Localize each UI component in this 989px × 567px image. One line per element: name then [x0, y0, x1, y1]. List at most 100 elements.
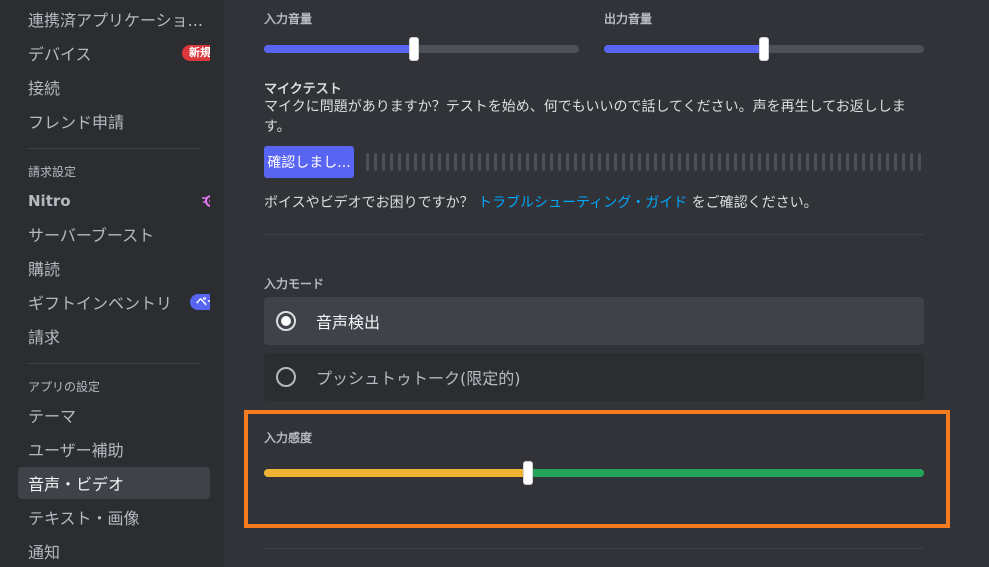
meter-bar [678, 153, 681, 171]
input-sensitivity-slider[interactable] [264, 469, 924, 477]
input-mode-voice-activity[interactable]: 音声検出 [264, 297, 924, 345]
meter-bar [382, 153, 385, 171]
mic-test-title: マイクテスト [264, 82, 342, 97]
settings-sidebar: 連携済アプリケーショ... デバイス 新規 接続 フレンド申請 請求設定 Nit… [0, 0, 224, 567]
nitro-icon [202, 195, 210, 207]
sidebar-item-text-images[interactable]: テキスト・画像 [18, 501, 210, 533]
sidebar-item-billing[interactable]: 請求 [18, 320, 210, 352]
sidebar-item-gift-inventory[interactable]: ギフトインベントリ ベータ [18, 286, 210, 318]
sidebar-item-label: デバイス [28, 45, 92, 64]
meter-bar [806, 153, 809, 171]
sidebar-item-label: 音声・ビデオ [28, 475, 125, 494]
meter-bar [654, 153, 657, 171]
meter-bar [582, 153, 585, 171]
help-prefix-text: ボイスやビデオでお困りですか？ [264, 195, 474, 211]
sidebar-item-nitro[interactable]: Nitro [18, 185, 210, 217]
meter-bar [710, 153, 713, 171]
radio-label: 音声検出 [316, 313, 381, 332]
sidebar-item-voice-video[interactable]: 音声・ビデオ [18, 467, 210, 499]
meter-bar [630, 153, 633, 171]
sidebar-item-theme[interactable]: テーマ [18, 399, 210, 431]
mic-test-button[interactable]: 確認しまし... [264, 146, 354, 178]
meter-bar [742, 153, 745, 171]
output-volume-label: 出力音量 [604, 12, 653, 26]
beta-badge: ベータ [190, 294, 210, 310]
meter-bar [766, 153, 769, 171]
meter-bar [550, 153, 553, 171]
radio-unchecked-icon [276, 367, 296, 387]
sidebar-item-devices[interactable]: デバイス 新規 [18, 37, 210, 69]
troubleshooting-guide-link[interactable]: トラブルシューティング・ガイド [478, 195, 687, 211]
sidebar-item-connections[interactable]: 接続 [18, 71, 210, 103]
meter-bar [446, 153, 449, 171]
input-sensitivity-handle[interactable] [523, 461, 533, 485]
meter-bar [502, 153, 505, 171]
meter-bar [694, 153, 697, 171]
sidebar-item-server-boost[interactable]: サーバーブースト [18, 218, 210, 250]
meter-bar [646, 153, 649, 171]
new-badge: 新規 [182, 45, 210, 61]
meter-bar [758, 153, 761, 171]
meter-bar [566, 153, 569, 171]
meter-bar [798, 153, 801, 171]
sidebar-item-notifications[interactable]: 通知 [18, 535, 210, 567]
meter-bar [462, 153, 465, 171]
meter-bar [518, 153, 521, 171]
input-volume-handle[interactable] [409, 37, 419, 61]
meter-bar [414, 153, 417, 171]
meter-bar [894, 153, 897, 171]
meter-bar [526, 153, 529, 171]
sidebar-item-friend-requests[interactable]: フレンド申請 [18, 105, 210, 137]
meter-bar [454, 153, 457, 171]
meter-bar [638, 153, 641, 171]
meter-bar [622, 153, 625, 171]
meter-bar [822, 153, 825, 171]
meter-bar [366, 153, 369, 171]
meter-bar [406, 153, 409, 171]
input-volume-fill [264, 45, 414, 53]
input-mode-push-to-talk[interactable]: プッシュトゥトーク(限定的) [264, 353, 924, 401]
sidebar-item-label: Nitro [28, 192, 71, 210]
meter-bar [878, 153, 881, 171]
sidebar-divider [28, 363, 200, 364]
meter-bar [614, 153, 617, 171]
meter-bar [590, 153, 593, 171]
meter-bar [902, 153, 905, 171]
meter-bar [534, 153, 537, 171]
meter-bar [606, 153, 609, 171]
meter-bar [718, 153, 721, 171]
meter-bar [422, 153, 425, 171]
voice-video-settings: 入力音量 出力音量 マイクテスト マイクに問題がありますか？テストを始め、何でも… [224, 0, 989, 567]
input-volume-slider[interactable] [264, 45, 579, 53]
mic-test-description: マイクに問題がありますか？テストを始め、何でもいいので話してください。声を再生し… [264, 99, 906, 135]
meter-bar [542, 153, 545, 171]
meter-bar [430, 153, 433, 171]
meter-bar [854, 153, 857, 171]
sidebar-item-subscriptions[interactable]: 購読 [18, 252, 210, 284]
sidebar-item-label: 購読 [28, 260, 61, 279]
meter-bar [390, 153, 393, 171]
help-suffix-text: をご確認ください。 [691, 195, 818, 211]
input-sensitivity-fill [264, 469, 528, 477]
meter-bar [750, 153, 753, 171]
meter-bar [846, 153, 849, 171]
meter-bar [886, 153, 889, 171]
output-volume-handle[interactable] [759, 37, 769, 61]
meter-bar [510, 153, 513, 171]
meter-bar [470, 153, 473, 171]
sidebar-item-label: 通知 [28, 543, 61, 562]
sidebar-divider [28, 148, 200, 149]
meter-bar [478, 153, 481, 171]
meter-bar [398, 153, 401, 171]
sidebar-item-label: ギフトインベントリ [28, 294, 173, 313]
sidebar-item-authorized-apps[interactable]: 連携済アプリケーショ... [18, 3, 210, 35]
sidebar-item-label: フレンド申請 [28, 113, 125, 132]
sidebar-item-label: テーマ [28, 407, 77, 426]
sidebar-item-accessibility[interactable]: ユーザー補助 [18, 433, 210, 465]
meter-bar [870, 153, 873, 171]
sidebar-item-label: サーバーブースト [28, 226, 155, 245]
meter-bar [918, 153, 921, 171]
section-divider [264, 234, 924, 235]
meter-bar [726, 153, 729, 171]
sidebar-item-label: 接続 [28, 79, 61, 98]
